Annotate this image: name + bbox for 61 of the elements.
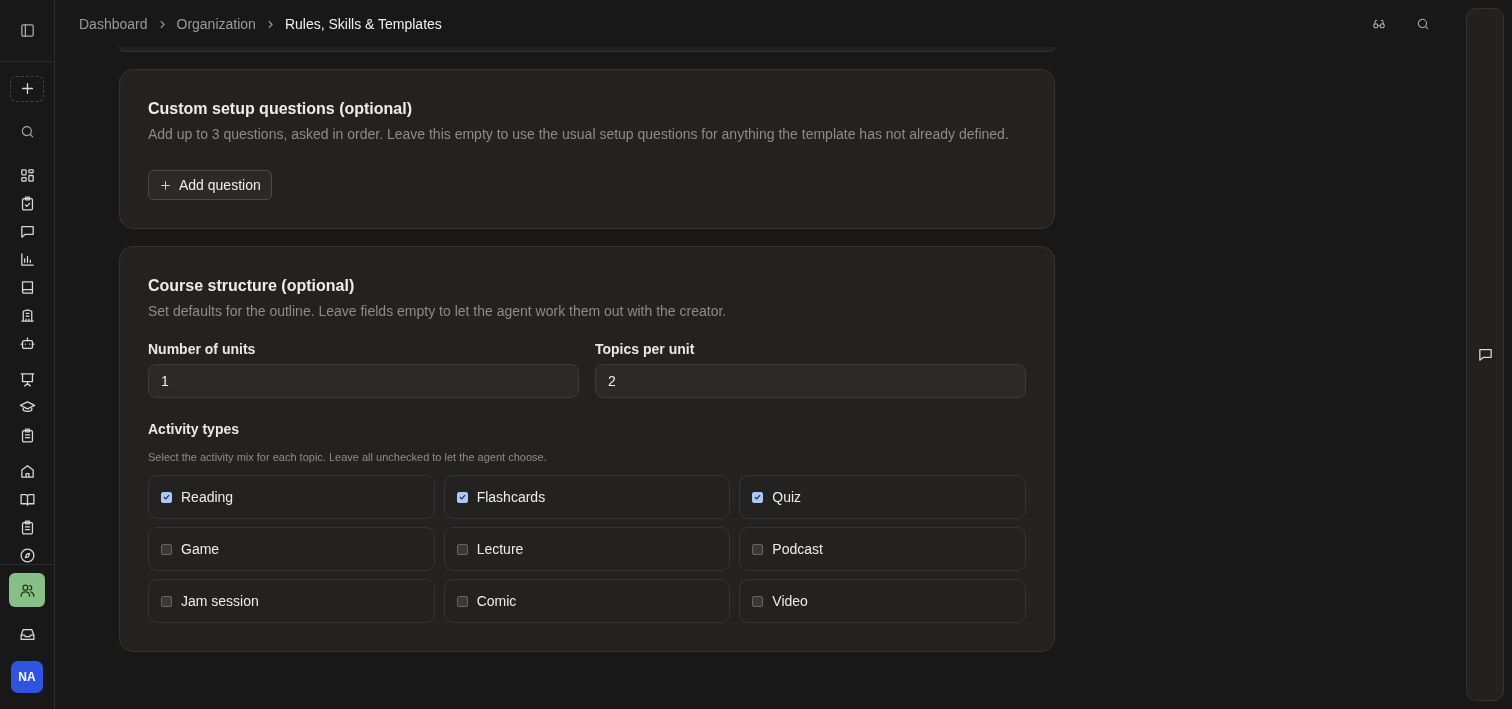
grid-icon[interactable] xyxy=(18,167,36,184)
option-label: Jam session xyxy=(181,593,259,609)
activity-option[interactable]: Jam session xyxy=(148,579,435,623)
breadcrumb-link[interactable]: Rules, Skills & Templates xyxy=(284,16,442,32)
checkbox[interactable] xyxy=(456,491,468,503)
chart-icon[interactable] xyxy=(18,251,36,268)
option-label: Lecture xyxy=(476,541,524,557)
checkbox[interactable] xyxy=(161,491,172,503)
checkbox[interactable] xyxy=(161,543,172,555)
activity-option[interactable]: Flashcards xyxy=(443,475,731,519)
compass-icon[interactable] xyxy=(18,547,36,564)
option-label: Video xyxy=(772,593,808,609)
activity-option[interactable]: Lecture xyxy=(443,527,731,571)
checkbox[interactable] xyxy=(752,491,764,503)
option-label: Podcast xyxy=(772,541,823,557)
breadcrumb-link[interactable]: Dashboard xyxy=(79,16,148,32)
checkbox[interactable] xyxy=(161,595,172,607)
presentation-icon[interactable] xyxy=(18,371,36,388)
hint-text: Select the activity mix for each topic. Leave all unchecked to let the agent choose. xyxy=(148,451,548,463)
robot-icon[interactable] xyxy=(18,335,36,352)
section-description: Set defaults for the outline. Leave fields empty to let the agent work them out with the creator. xyxy=(148,302,728,321)
option-label: Flashcards xyxy=(476,489,546,505)
add-question-button[interactable]: Add question xyxy=(148,170,272,200)
section-title: Course structure (optional) xyxy=(148,277,356,295)
activity-option[interactable]: Comic xyxy=(443,579,731,623)
checkbox[interactable] xyxy=(456,543,468,555)
building-icon[interactable] xyxy=(18,307,36,324)
open-book-icon[interactable] xyxy=(18,491,36,508)
checkbox[interactable] xyxy=(752,595,764,607)
checkbox[interactable] xyxy=(456,595,468,607)
option-label: Comic xyxy=(476,593,517,609)
section-description: Add up to 3 questions, asked in order. Leave this empty to use the usual setup questions for anything the template has not already defined. xyxy=(148,125,1010,144)
user-avatar[interactable]: NA xyxy=(11,661,43,693)
check-icon xyxy=(162,492,171,502)
new-button[interactable] xyxy=(10,76,44,102)
check-icon xyxy=(457,492,467,502)
glasses-icon[interactable] xyxy=(1372,17,1386,31)
chat-icon[interactable] xyxy=(1476,346,1494,363)
input-field[interactable]: 2 xyxy=(595,364,1026,398)
option-label: Quiz xyxy=(772,489,802,505)
search-icon[interactable] xyxy=(1416,17,1430,31)
option-label: Reading xyxy=(181,489,234,505)
section-title: Custom setup questions (optional) xyxy=(148,100,413,118)
activity-option[interactable]: Video xyxy=(739,579,1026,623)
activity-option[interactable]: Quiz xyxy=(739,475,1026,519)
activity-option[interactable]: Reading xyxy=(148,475,435,519)
people-button[interactable] xyxy=(9,573,45,607)
activity-option[interactable]: Podcast xyxy=(739,527,1026,571)
field-label: Topics per unit xyxy=(595,341,696,357)
option-label: Game xyxy=(181,541,220,557)
activity-option[interactable]: Game xyxy=(148,527,435,571)
input-field[interactable]: 1 xyxy=(148,364,579,398)
sidebar-toggle-icon[interactable] xyxy=(18,22,36,39)
plus-icon xyxy=(159,178,172,192)
home-icon[interactable] xyxy=(18,463,36,480)
check-icon xyxy=(753,492,763,502)
field-label: Activity types xyxy=(148,421,241,437)
breadcrumb-link[interactable]: Organization xyxy=(176,16,256,32)
chat-icon[interactable] xyxy=(18,223,36,240)
checkbox[interactable] xyxy=(752,543,764,555)
field-label: Number of units xyxy=(148,341,257,357)
